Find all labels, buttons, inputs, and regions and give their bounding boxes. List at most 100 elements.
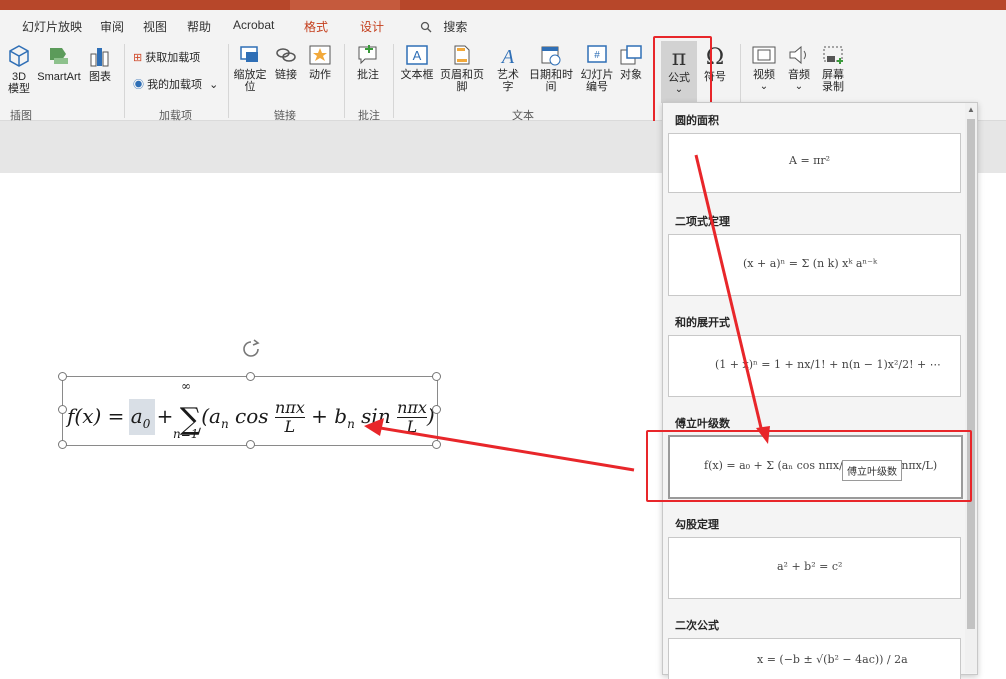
tab-format[interactable]: 格式 — [304, 18, 328, 35]
equation-card-circle-area[interactable]: A = πr² — [668, 133, 961, 193]
textbox-label: 文本框 — [400, 69, 434, 81]
resize-handle[interactable] — [58, 405, 67, 414]
gallery-scrollbar[interactable]: ▲ — [965, 103, 977, 673]
get-addins-button[interactable]: ⊞ 获取加载项 — [133, 52, 200, 64]
3d-model-label: 3D 模型 — [8, 71, 30, 95]
equation-formula: (1 + x)ⁿ = 1 + nx/1! + n(n − 1)x²/2! + ⋯ — [715, 358, 941, 371]
calendar-icon — [541, 46, 561, 66]
tab-slideshow[interactable]: 幻灯片放映 — [22, 18, 82, 35]
resize-handle[interactable] — [432, 440, 441, 449]
link-label: 链接 — [275, 69, 297, 81]
datetime-button[interactable]: 日期和时间 — [526, 44, 576, 93]
search-label: 搜索 — [443, 20, 468, 34]
title-bar-strip — [0, 0, 1006, 10]
section-title: 勾股定理 — [675, 519, 719, 531]
search-box[interactable]: 搜索 — [420, 18, 467, 35]
slide-equation-box[interactable]: f(x) = a0 + ∑(an cos nπx L + bn sin nπx L)… — [62, 376, 438, 446]
resize-handle[interactable] — [246, 440, 255, 449]
chart-button[interactable]: 图表 — [86, 44, 114, 83]
slide-number-label: 幻灯片 编号 — [580, 69, 614, 93]
textbox-icon: A — [406, 45, 428, 65]
object-button[interactable]: 对象 — [618, 44, 644, 81]
chevron-down-icon: ⌄ — [759, 81, 769, 92]
smartart-button[interactable]: SmartArt — [36, 44, 82, 83]
section-title: 二项式定理 — [675, 216, 730, 228]
contextual-tab-strip — [290, 0, 400, 10]
resize-handle[interactable] — [58, 440, 67, 449]
smartart-label: SmartArt — [37, 71, 81, 83]
zoom-icon — [240, 46, 258, 62]
resize-handle[interactable] — [246, 372, 255, 381]
svg-text:A: A — [500, 46, 515, 66]
comment-icon — [358, 45, 377, 65]
bar-chart-icon — [90, 48, 109, 67]
tab-design[interactable]: 设计 — [360, 18, 384, 35]
header-footer-icon — [454, 45, 470, 65]
fourier-card-highlight — [646, 430, 972, 502]
audio-button[interactable]: 音频 ⌄ — [784, 44, 814, 93]
equation-card-pythagorean[interactable]: a² + b² = c² — [668, 537, 961, 599]
svg-text:A: A — [413, 48, 422, 63]
group-divider — [344, 44, 345, 118]
wordart-label: 艺术字 — [497, 69, 519, 93]
chart-label: 图表 — [89, 71, 111, 83]
scroll-up-icon[interactable]: ▲ — [967, 105, 975, 114]
screen-record-button[interactable]: 屏幕 录制 — [818, 44, 848, 93]
group-divider — [393, 44, 394, 118]
chevron-down-icon: ⌄ — [794, 81, 804, 92]
resize-handle[interactable] — [58, 372, 67, 381]
section-title: 傅立叶级数 — [675, 418, 730, 430]
3d-model-button[interactable]: 3D 模型 — [4, 44, 34, 95]
cube-icon — [9, 45, 29, 67]
wordart-icon: A — [500, 46, 515, 66]
group-divider — [228, 44, 229, 118]
get-addins-label: 获取加载项 — [145, 52, 201, 64]
resize-handle[interactable] — [432, 405, 441, 414]
ribbon-tab-bar: 幻灯片放映 审阅 视图 帮助 Acrobat 格式 设计 搜索 — [0, 10, 1006, 38]
slide-equation: f(x) = a0 + ∑(an cos nπx L + bn sin nπx L) — [67, 398, 435, 438]
scrollbar-thumb[interactable] — [967, 119, 975, 629]
sum-lower-limit: n=1 — [173, 427, 199, 441]
equation-card-sum-expansion[interactable]: (1 + x)ⁿ = 1 + nx/1! + n(n − 1)x²/2! + ⋯ — [668, 335, 961, 397]
slide-number-button[interactable]: # 幻灯片 编号 — [580, 44, 614, 93]
zoom-label: 缩放定 位 — [233, 69, 267, 93]
screen-record-label: 屏幕 录制 — [822, 69, 844, 93]
film-icon — [752, 46, 776, 64]
textbox-button[interactable]: A 文本框 — [400, 44, 434, 81]
zoom-button[interactable]: 缩放定 位 — [232, 44, 268, 93]
video-button[interactable]: 视频 ⌄ — [748, 44, 780, 93]
link-button[interactable]: 链接 — [273, 44, 299, 81]
speaker-icon — [789, 45, 806, 65]
comment-label: 批注 — [357, 69, 379, 81]
section-title: 二次公式 — [675, 620, 719, 632]
svg-text:#: # — [594, 50, 600, 61]
tab-view[interactable]: 视图 — [143, 18, 167, 35]
action-button[interactable]: 动作 — [307, 44, 333, 81]
tab-review[interactable]: 审阅 — [100, 18, 124, 35]
slide-equation-text: f(x) = a0 + ∑(an cos nπx L + bn sin nπx L) — [67, 398, 435, 438]
header-footer-button[interactable]: 页眉和页脚 — [436, 44, 488, 93]
star-action-icon — [309, 45, 331, 65]
comment-button[interactable]: 批注 — [354, 44, 382, 81]
rotate-handle-icon[interactable] — [240, 338, 262, 360]
equation-card-binomial[interactable]: (x + a)ⁿ = Σ (n k) xᵏ aⁿ⁻ᵏ — [668, 234, 961, 296]
my-addins-label: 我的加载项 — [147, 79, 203, 91]
header-footer-label: 页眉和页脚 — [440, 69, 484, 93]
addins-grid-icon: ⊞ — [133, 52, 143, 64]
tab-acrobat[interactable]: Acrobat — [233, 18, 274, 32]
slide-number-icon: # — [587, 45, 607, 63]
smartart-icon — [50, 48, 68, 64]
equation-gallery-dropdown: 圆的面积 A = πr² 二项式定理 (x + a)ⁿ = Σ (n k) xᵏ… — [662, 102, 978, 679]
search-icon — [420, 21, 432, 33]
video-label: 视频 — [753, 69, 775, 81]
equation-formula: x = (−b ± √(b² − 4ac)) / 2a — [757, 653, 908, 666]
screen-record-icon — [823, 46, 843, 64]
action-label: 动作 — [309, 69, 331, 81]
object-label: 对象 — [620, 69, 642, 81]
resize-handle[interactable] — [432, 372, 441, 381]
wordart-button[interactable]: A 艺术字 — [492, 44, 524, 93]
tab-help[interactable]: 帮助 — [187, 18, 211, 35]
equation-formula: A = πr² — [789, 154, 831, 167]
section-title: 和的展开式 — [675, 317, 730, 329]
my-addins-button[interactable]: ◉ 我的加载项 ⌄ — [133, 79, 218, 91]
